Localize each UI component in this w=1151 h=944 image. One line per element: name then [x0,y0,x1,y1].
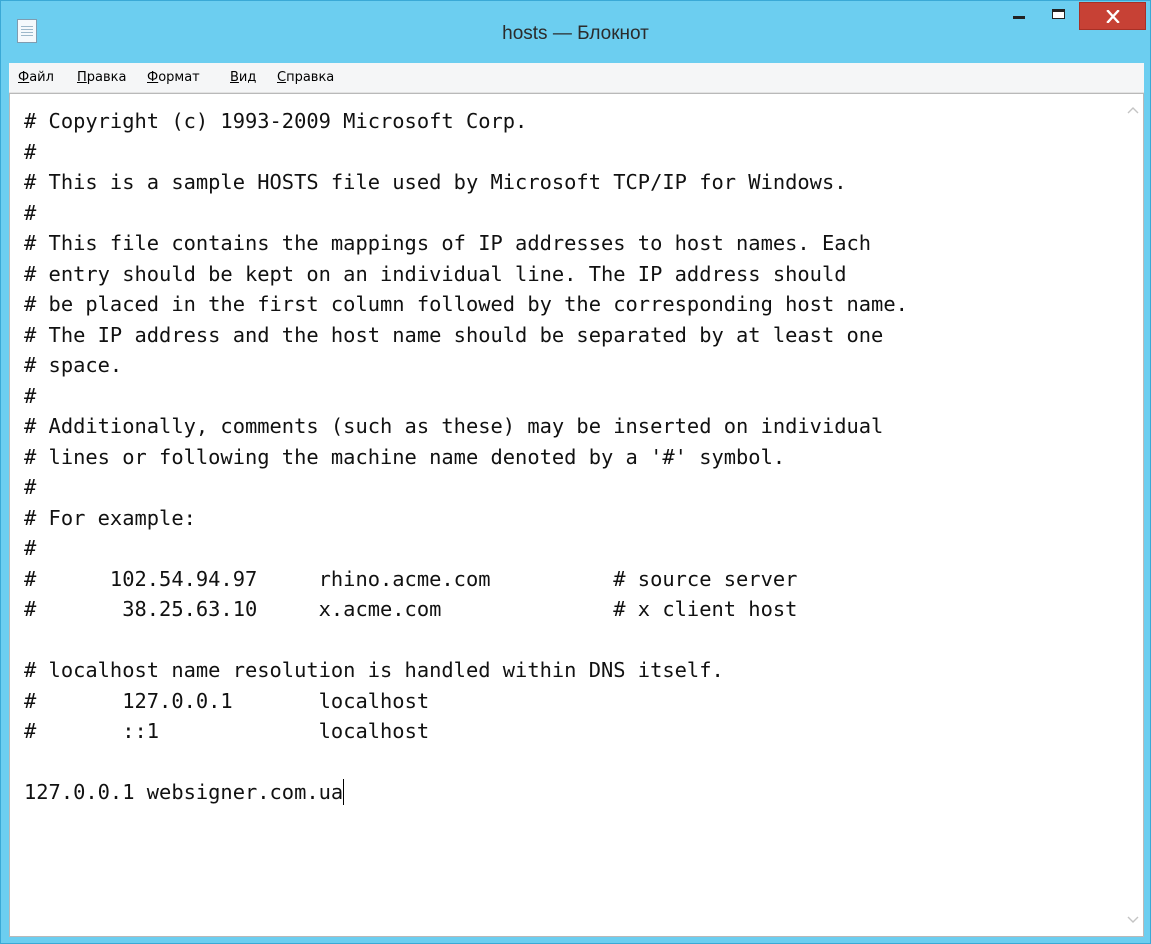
menu-file[interactable]: Файл [18,70,54,85]
title-bar[interactable]: hosts — Блокнот [1,1,1150,63]
minimize-button[interactable] [999,2,1039,32]
window-title: hosts — Блокнот [502,23,649,44]
minimize-icon [1013,16,1025,19]
text-caret [343,779,345,805]
menu-bar: Файл Правка Формат Вид Справка [9,63,1144,93]
vertical-scrollbar[interactable] [1123,94,1143,936]
close-button[interactable] [1079,2,1146,30]
menu-format[interactable]: Формат [147,70,200,85]
menu-help[interactable]: Справка [277,70,334,85]
client-area: Файл Правка Формат Вид Справка # Copyrig… [9,63,1144,937]
document-text[interactable]: # Copyright (c) 1993-2009 Microsoft Corp… [24,106,1104,808]
maximize-icon [1052,9,1065,19]
scroll-up-arrow-icon[interactable] [1127,106,1139,114]
maximize-button[interactable] [1039,2,1079,32]
close-icon [1106,10,1120,23]
text-editor[interactable]: # Copyright (c) 1993-2009 Microsoft Corp… [9,93,1144,937]
menu-view[interactable]: Вид [230,70,256,85]
menu-edit[interactable]: Правка [77,70,126,85]
scroll-down-arrow-icon[interactable] [1127,916,1139,924]
notepad-window: hosts — Блокнот Файл Правка Формат Вид С… [0,0,1151,944]
document-content: # Copyright (c) 1993-2009 Microsoft Corp… [24,109,908,804]
